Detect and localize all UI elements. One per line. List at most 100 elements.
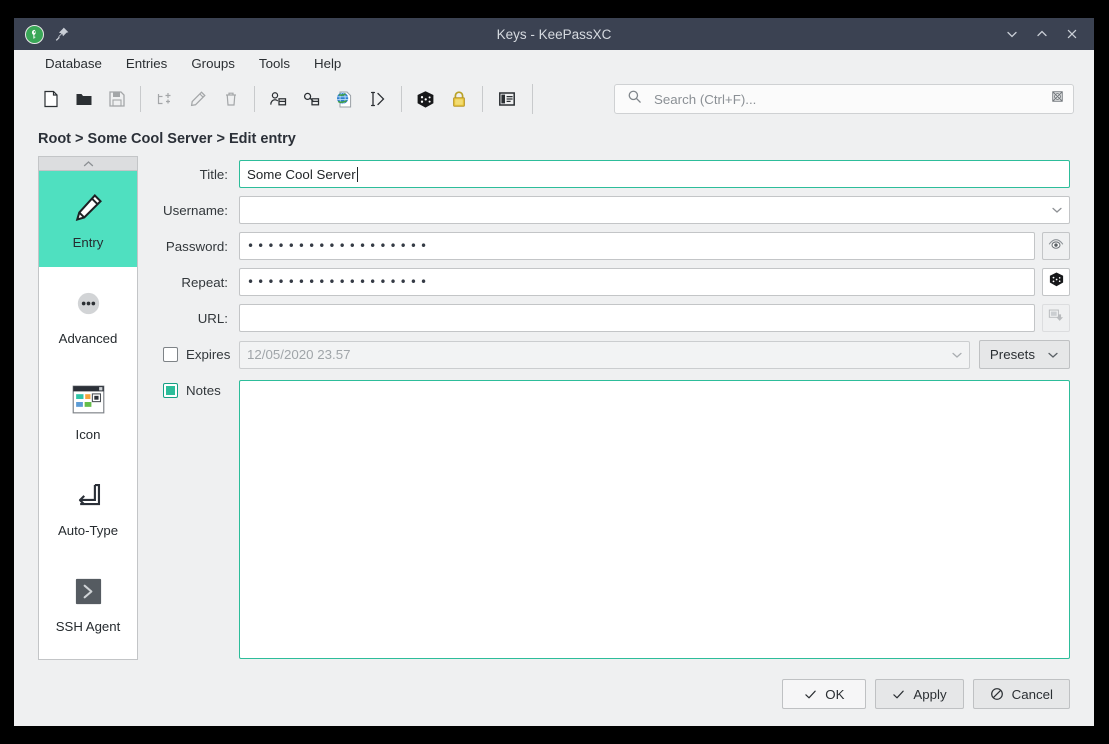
pin-icon[interactable] [54, 26, 70, 42]
terminal-prompt-icon [73, 572, 104, 610]
window-controls [1000, 22, 1094, 46]
toolbar-separator [254, 86, 255, 112]
keepassxc-window: Keys - KeePassXC Database Entries Groups… [14, 18, 1094, 726]
menu-bar: Database Entries Groups Tools Help [14, 50, 1094, 77]
cancel-circle-icon [990, 687, 1004, 701]
sidebar-scroll-up-button[interactable] [38, 156, 138, 170]
autotype-arrow-icon[interactable] [361, 83, 394, 115]
title-input-value: Some Cool Server [247, 166, 356, 182]
search-input[interactable] [652, 90, 1050, 108]
title-bar-left-icons [14, 24, 70, 44]
copy-password-icon[interactable] [295, 83, 328, 115]
expires-label: Expires [186, 347, 231, 362]
dialog-button-bar: OK Apply Cancel [14, 670, 1094, 726]
new-document-icon[interactable] [34, 83, 67, 115]
username-row: Username: [155, 196, 1070, 224]
download-favicon-icon [1047, 307, 1065, 330]
password-input-value: •••••••••••••••••• [247, 239, 431, 253]
breadcrumb: Root > Some Cool Server > Edit entry [38, 131, 296, 147]
generate-password-button[interactable] [1042, 268, 1070, 296]
sidebar-item-list: Entry Advanced Icon Auto-Type SSH Agent [38, 170, 138, 660]
dice-icon[interactable] [409, 83, 442, 115]
presets-button[interactable]: Presets [978, 340, 1070, 369]
presets-button-label: Presets [989, 347, 1035, 362]
close-button[interactable] [1060, 22, 1084, 46]
notes-textarea[interactable] [239, 380, 1070, 659]
ok-button[interactable]: OK [782, 679, 867, 709]
password-label: Password: [165, 238, 228, 254]
edit-entry-sidebar: Entry Advanced Icon Auto-Type SSH Agent [38, 156, 138, 670]
globe-url-icon[interactable] [328, 83, 361, 115]
notes-label: Notes [186, 383, 221, 398]
toggle-password-visibility-button[interactable] [1042, 232, 1070, 260]
sidebar-item-advanced[interactable]: Advanced [39, 267, 137, 363]
expires-row: Expires 12/05/2020 23.57 Presets [155, 340, 1070, 369]
floppy-save-icon[interactable] [100, 83, 133, 115]
enter-key-icon [73, 476, 104, 514]
chevron-down-icon[interactable] [1047, 206, 1067, 214]
menu-item-help[interactable]: Help [305, 53, 350, 74]
minimize-button[interactable] [1000, 22, 1024, 46]
title-input[interactable]: Some Cool Server [239, 160, 1070, 188]
username-label: Username: [162, 202, 228, 218]
password-row: Password: •••••••••••••••••• [155, 232, 1070, 260]
search-options-icon[interactable] [1050, 89, 1065, 109]
download-favicon-button[interactable] [1042, 304, 1070, 332]
notes-checkbox-group[interactable]: Notes [155, 380, 239, 398]
trash-delete-icon[interactable] [214, 83, 247, 115]
sidebar-item-label: Entry [72, 235, 104, 250]
editor-body: Entry Advanced Icon Auto-Type SSH Agent … [14, 156, 1094, 670]
url-input[interactable] [239, 304, 1035, 332]
toolbar-separator [401, 86, 402, 112]
folder-open-icon[interactable] [67, 83, 100, 115]
title-bar: Keys - KeePassXC [14, 18, 1094, 50]
copy-username-icon[interactable] [262, 83, 295, 115]
search-icon [627, 89, 642, 109]
username-input[interactable] [239, 196, 1070, 224]
menu-item-database[interactable]: Database [36, 53, 111, 74]
expires-checkbox[interactable] [163, 347, 178, 362]
panel-view-icon[interactable] [490, 83, 523, 115]
menu-item-entries[interactable]: Entries [117, 53, 176, 74]
search-field[interactable] [614, 84, 1074, 114]
ellipsis-circle-icon [73, 284, 104, 322]
expires-date-input[interactable]: 12/05/2020 23.57 [239, 340, 970, 369]
sidebar-item-ssh-agent[interactable]: SSH Agent [39, 555, 137, 651]
url-label: URL: [197, 310, 228, 326]
pencil-edit-icon[interactable] [181, 83, 214, 115]
window-icon-grid-icon [72, 380, 105, 418]
toolbar-separator [532, 84, 533, 114]
ok-button-label: OK [825, 686, 845, 702]
expires-checkbox-group[interactable]: Expires [155, 347, 239, 362]
sidebar-item-label: SSH Agent [55, 619, 121, 634]
apply-button-label: Apply [913, 686, 947, 702]
notes-row: Notes [155, 380, 1070, 670]
menu-item-groups[interactable]: Groups [182, 53, 244, 74]
sidebar-item-icon[interactable]: Icon [39, 363, 137, 459]
toolbar-separator [140, 86, 141, 112]
title-label: Title: [199, 166, 228, 182]
dice-icon [1047, 270, 1066, 294]
apply-button[interactable]: Apply [875, 679, 964, 709]
check-icon [892, 688, 905, 701]
repeat-password-input[interactable]: •••••••••••••••••• [239, 268, 1035, 296]
sidebar-item-label: Advanced [58, 331, 118, 346]
maximize-button[interactable] [1030, 22, 1054, 46]
pencil-icon [72, 188, 105, 226]
chevron-down-icon[interactable] [947, 351, 967, 359]
chevron-down-icon [1047, 347, 1059, 362]
menu-item-tools[interactable]: Tools [250, 53, 299, 74]
entry-form: Title: Some Cool Server Username: Passwo… [155, 156, 1070, 670]
sidebar-item-auto-type[interactable]: Auto-Type [39, 459, 137, 555]
cancel-button[interactable]: Cancel [972, 679, 1070, 709]
toolbar-separator [482, 86, 483, 112]
text-caret [356, 166, 358, 182]
cancel-button-label: Cancel [1011, 686, 1053, 702]
expires-date-value: 12/05/2020 23.57 [247, 347, 351, 362]
add-entry-icon[interactable] [148, 83, 181, 115]
notes-checkbox[interactable] [163, 383, 178, 398]
repeat-password-row: Repeat: •••••••••••••••••• [155, 268, 1070, 296]
password-input[interactable]: •••••••••••••••••• [239, 232, 1035, 260]
padlock-icon[interactable] [442, 83, 475, 115]
sidebar-item-entry[interactable]: Entry [39, 171, 137, 267]
